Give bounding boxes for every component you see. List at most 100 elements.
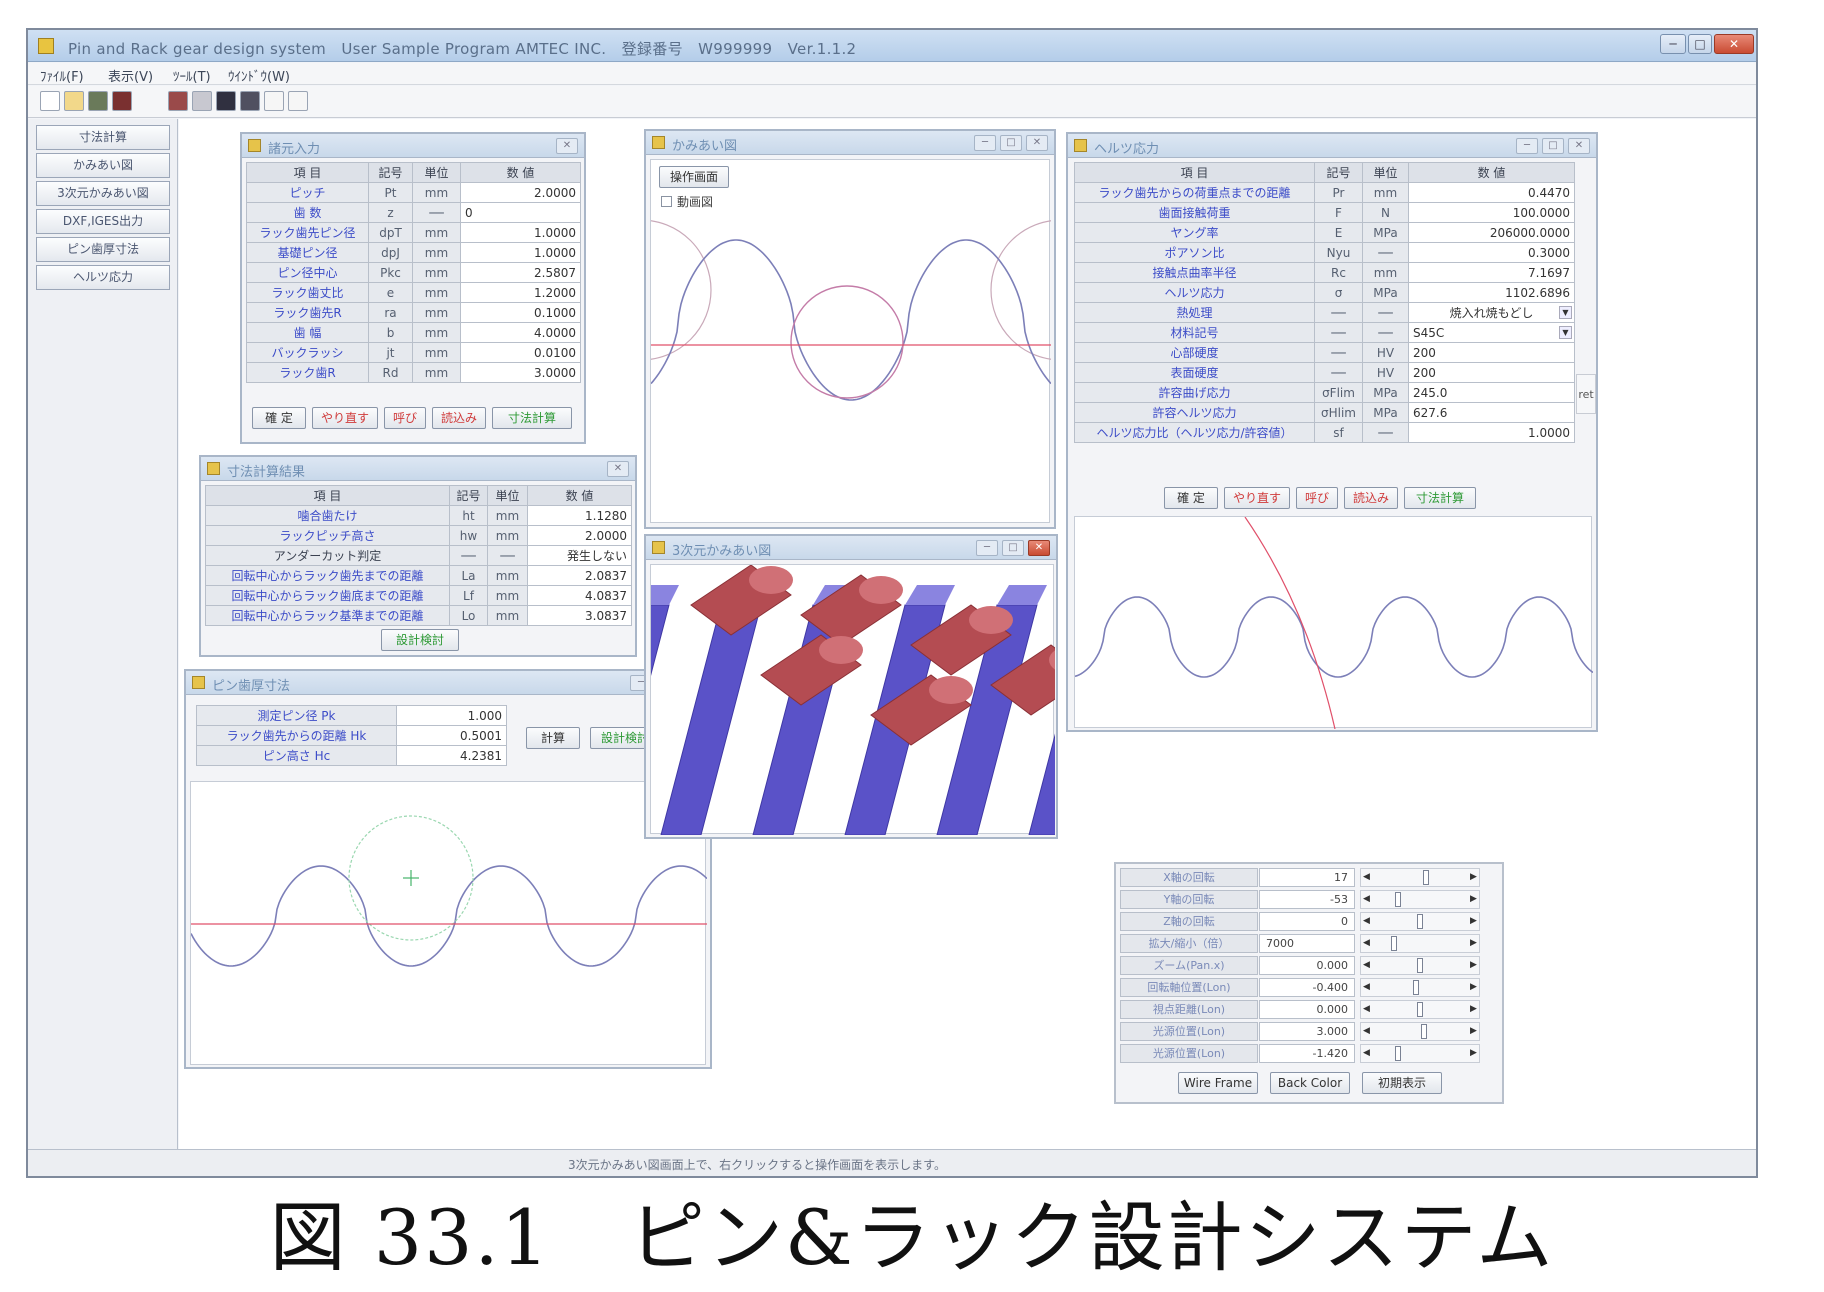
maximize-icon[interactable]: □: [1002, 540, 1024, 556]
close-icon[interactable]: ✕: [1026, 135, 1048, 151]
backlash-input[interactable]: 0.0100: [460, 342, 581, 363]
nav-pin-thickness[interactable]: ピン歯厚寸法: [36, 237, 170, 262]
pin-calc-button[interactable]: 計算: [526, 727, 580, 749]
minimize-button[interactable]: ─: [1660, 34, 1686, 54]
hertz-recall-button[interactable]: 呼び: [1296, 487, 1338, 509]
menu-tools[interactable]: ﾂｰﾙ(T): [173, 66, 211, 85]
dimension-result-caption[interactable]: 寸法計算結果 ✕: [201, 457, 635, 481]
maximize-icon[interactable]: □: [1000, 135, 1022, 151]
recall-button[interactable]: 呼び: [384, 407, 426, 429]
rack-height-ratio-input[interactable]: 1.2000: [460, 282, 581, 303]
help-icon[interactable]: [264, 91, 284, 111]
arrow-right-icon[interactable]: ▶: [1468, 957, 1479, 974]
arrow-right-icon[interactable]: ▶: [1468, 1001, 1479, 1018]
wire-frame-button[interactable]: Wire Frame: [1178, 1072, 1258, 1094]
animation-checkbox[interactable]: [661, 196, 672, 207]
light-pos-slider[interactable]: ◀ ▶: [1360, 1022, 1480, 1041]
confirm-button[interactable]: 確 定: [252, 407, 306, 429]
arrow-right-icon[interactable]: ▶: [1468, 869, 1479, 886]
slider-thumb[interactable]: [1421, 1024, 1427, 1039]
arrow-left-icon[interactable]: ◀: [1361, 1045, 1372, 1062]
material-select[interactable]: S45C ▼: [1408, 322, 1575, 343]
arrow-left-icon[interactable]: ◀: [1361, 957, 1372, 974]
minimize-icon[interactable]: ─: [976, 540, 998, 556]
new-file-icon[interactable]: [40, 91, 60, 111]
hertz-confirm-button[interactable]: 確 定: [1164, 487, 1218, 509]
slider-thumb[interactable]: [1413, 980, 1419, 995]
chevron-down-icon[interactable]: ▼: [1559, 306, 1572, 319]
view-distance-value[interactable]: 0.000: [1259, 1000, 1355, 1019]
row-value[interactable]: 0.4470: [1408, 182, 1575, 203]
mesh-icon[interactable]: [216, 91, 236, 111]
redo-button[interactable]: やり直す: [312, 407, 378, 429]
about-icon[interactable]: [288, 91, 308, 111]
surface-hardness-input[interactable]: 200: [1408, 362, 1575, 383]
design-review-button[interactable]: 設計検討: [381, 629, 459, 651]
measure-pin-input[interactable]: 1.000: [396, 705, 507, 726]
back-color-button[interactable]: Back Color: [1270, 1072, 1350, 1094]
dimension-calc-button[interactable]: 寸法計算: [492, 407, 572, 429]
open-folder-icon[interactable]: [64, 91, 84, 111]
zoom-value[interactable]: 7000: [1259, 934, 1355, 953]
basic-input-caption[interactable]: 諸元入力 ✕: [242, 134, 584, 158]
nav-dimension-calc[interactable]: 寸法計算: [36, 125, 170, 150]
nav-dxf-iges[interactable]: DXF,IGES出力: [36, 209, 170, 234]
light-pos-value[interactable]: 3.000: [1259, 1022, 1355, 1041]
z-rotation-slider[interactable]: ◀ ▶: [1360, 912, 1480, 931]
arrow-right-icon[interactable]: ▶: [1468, 1045, 1479, 1062]
arrow-left-icon[interactable]: ◀: [1361, 891, 1372, 908]
rack-tip-r-input[interactable]: 0.1000: [460, 302, 581, 323]
arrow-right-icon[interactable]: ▶: [1468, 891, 1479, 908]
base-pin-dia-input[interactable]: 1.0000: [460, 242, 581, 263]
menu-window[interactable]: ｳｲﾝﾄﾞｳ(W): [228, 66, 290, 85]
save-as-icon[interactable]: [112, 91, 132, 111]
z-rotation-value[interactable]: 0: [1259, 912, 1355, 931]
light-pos2-slider[interactable]: ◀ ▶: [1360, 1044, 1480, 1063]
pan-x-slider[interactable]: ◀ ▶: [1360, 956, 1480, 975]
dxf-icon[interactable]: [192, 91, 212, 111]
nav-3d-mesh[interactable]: 3次元かみあい図: [36, 181, 170, 206]
mesh-3d-viewport[interactable]: [650, 564, 1055, 835]
light-pos2-value[interactable]: -1.420: [1259, 1044, 1355, 1063]
operation-screen-button[interactable]: 操作画面: [659, 166, 729, 188]
read-button[interactable]: 読込み: [432, 407, 486, 429]
initial-view-button[interactable]: 初期表示: [1362, 1072, 1442, 1094]
nav-mesh-view[interactable]: かみあい図: [36, 153, 170, 178]
calc-icon[interactable]: [168, 91, 188, 111]
title-bar[interactable]: Pin and Rack gear design system User Sam…: [28, 30, 1756, 62]
slider-thumb[interactable]: [1423, 870, 1429, 885]
maximize-icon[interactable]: □: [1542, 138, 1564, 154]
row-value[interactable]: 100.0000: [1408, 202, 1575, 223]
rack-root-r-input[interactable]: 3.0000: [460, 362, 581, 383]
arrow-right-icon[interactable]: ▶: [1468, 979, 1479, 996]
arrow-left-icon[interactable]: ◀: [1361, 869, 1372, 886]
slider-thumb[interactable]: [1395, 1046, 1401, 1061]
mesh-view-caption[interactable]: かみあい図 ─ □ ✕: [646, 131, 1054, 155]
menu-view[interactable]: 表示(V): [108, 66, 153, 85]
y-rotation-slider[interactable]: ◀ ▶: [1360, 890, 1480, 909]
hertz-read-button[interactable]: 読込み: [1344, 487, 1398, 509]
slider-thumb[interactable]: [1391, 936, 1397, 951]
arrow-left-icon[interactable]: ◀: [1361, 913, 1372, 930]
pitch-input[interactable]: 2.0000: [460, 182, 581, 203]
slider-thumb[interactable]: [1417, 914, 1423, 929]
tip-pin-dia-input[interactable]: 1.0000: [460, 222, 581, 243]
arrow-right-icon[interactable]: ▶: [1468, 913, 1479, 930]
core-hardness-input[interactable]: 200: [1408, 342, 1575, 363]
axis-pos-slider[interactable]: ◀ ▶: [1360, 978, 1480, 997]
slider-thumb[interactable]: [1417, 958, 1423, 973]
arrow-right-icon[interactable]: ▶: [1468, 1023, 1479, 1040]
x-rotation-value[interactable]: 17: [1259, 868, 1355, 887]
arrow-left-icon[interactable]: ◀: [1361, 1023, 1372, 1040]
row-value[interactable]: 0.3000: [1408, 242, 1575, 263]
face-width-input[interactable]: 4.0000: [460, 322, 581, 343]
zoom-slider[interactable]: ◀ ▶: [1360, 934, 1480, 953]
hertz-redo-button[interactable]: やり直す: [1224, 487, 1290, 509]
slider-thumb[interactable]: [1417, 1002, 1423, 1017]
close-icon[interactable]: ✕: [1568, 138, 1590, 154]
pan-x-value[interactable]: 0.000: [1259, 956, 1355, 975]
close-button[interactable]: ✕: [1714, 34, 1754, 54]
view-distance-slider[interactable]: ◀ ▶: [1360, 1000, 1480, 1019]
row-value[interactable]: 206000.0000: [1408, 222, 1575, 243]
save-icon[interactable]: [88, 91, 108, 111]
